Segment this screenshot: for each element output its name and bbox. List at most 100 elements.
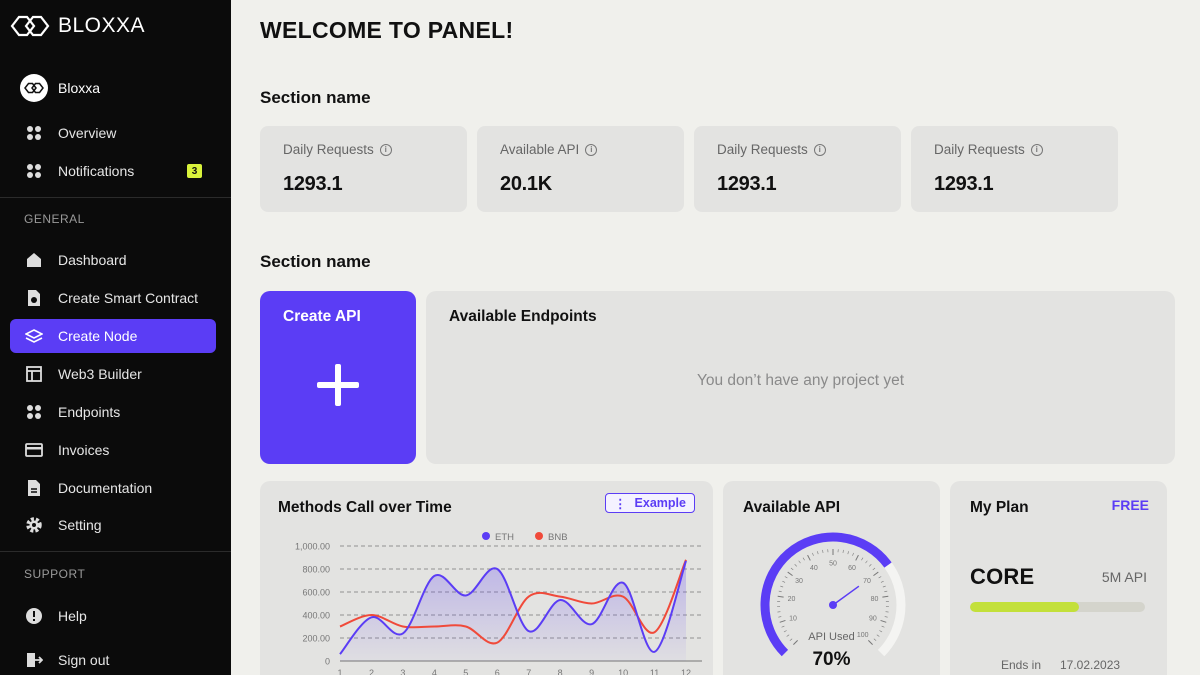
info-icon[interactable]: i: [585, 143, 598, 156]
document-icon: [24, 478, 44, 498]
gauge-tick: [865, 560, 868, 564]
sidebar-item-help[interactable]: Help: [10, 599, 216, 633]
profile-name: Bloxxa: [58, 80, 101, 96]
gauge-tick: [802, 557, 805, 561]
stat-label: Daily Requests: [934, 142, 1025, 157]
plan-ends-date: 17.02.2023: [1060, 658, 1121, 672]
gauge-tick: [794, 563, 797, 567]
example-label: Example: [634, 496, 686, 510]
x-tick-label: 3: [400, 668, 405, 675]
sidebar-item-label: Documentation: [58, 480, 153, 496]
gauge-tick-label: 90: [869, 615, 877, 622]
info-icon[interactable]: i: [813, 143, 826, 156]
gauge-tick: [777, 595, 784, 598]
notification-count-badge: 3: [187, 164, 202, 178]
sidebar-item-documentation[interactable]: Documentation: [10, 471, 216, 505]
contract-file-icon: [24, 288, 44, 308]
sidebar-item-create-node[interactable]: Create Node: [10, 319, 216, 353]
gauge-tick: [778, 590, 782, 593]
gauge-tick: [781, 625, 785, 628]
available-endpoints-panel: Available Endpoints You don’t have any p…: [426, 291, 1175, 464]
gauge-tick-label: 20: [788, 596, 796, 603]
gauge-tick: [884, 590, 888, 593]
general-heading: GENERAL: [24, 212, 85, 226]
create-api-button[interactable]: Create API: [260, 291, 416, 464]
gauge-tick: [817, 551, 819, 555]
sidebar-item-web3-builder[interactable]: Web3 Builder: [10, 357, 216, 391]
endpoints-empty-message: You don’t have any project yet: [696, 372, 905, 389]
sidebar-divider: [0, 197, 231, 198]
info-icon[interactable]: i: [379, 143, 392, 156]
gauge-tick: [884, 616, 888, 618]
gauge-tick-label: 10: [789, 615, 797, 622]
sidebar-item-create-smart-contract[interactable]: Create Smart Contract: [10, 281, 216, 315]
layout-icon: [24, 364, 44, 384]
gauge-tick: [872, 567, 876, 571]
y-tick-label: 400.00: [302, 611, 330, 621]
plan-quota: 5M API: [1101, 569, 1147, 585]
x-tick-label: 4: [432, 668, 437, 675]
y-tick-label: 200.00: [302, 634, 330, 644]
sidebar-item-overview[interactable]: Overview: [10, 116, 216, 150]
y-tick-label: 600.00: [302, 588, 330, 598]
section-title: Section name: [260, 252, 371, 271]
available-api-panel: Available API 10 20 30 40 50 60 70 80 90 100 API …: [723, 481, 940, 675]
gauge-tick-label: 70: [863, 578, 871, 585]
support-heading: SUPPORT: [24, 567, 86, 581]
y-tick-label: 800.00: [302, 565, 330, 575]
plan-panel-title: My Plan: [970, 499, 1029, 516]
plan-tier-badge[interactable]: FREE: [1112, 497, 1149, 513]
bloxxa-logo-icon: [10, 15, 50, 37]
stat-card: Daily Requests i 1293.1: [911, 126, 1118, 212]
gauge-tick: [780, 585, 784, 588]
x-tick-label: 2: [369, 668, 374, 675]
gauge-tick-label: 40: [810, 565, 818, 572]
gauge-tick-label: 80: [871, 596, 879, 603]
gauge-tick: [869, 563, 872, 567]
stat-value: 20.1K: [500, 173, 552, 195]
api-panel-title: Available API: [743, 499, 841, 516]
api-used-label: API Used: [808, 631, 855, 643]
legend-label: BNB: [548, 532, 568, 543]
sidebar-item-label: Create Node: [58, 328, 138, 344]
chart-title: Methods Call over Time: [278, 499, 452, 516]
sidebar-item-invoices[interactable]: Invoices: [10, 433, 216, 467]
home-icon: [24, 250, 44, 270]
avatar: [20, 74, 48, 102]
gear-icon: [24, 515, 44, 535]
gauge-tick: [778, 616, 782, 618]
plus-icon: [317, 364, 359, 406]
sidebar-item-label: Sign out: [58, 652, 110, 668]
x-tick-label: 12: [681, 668, 691, 675]
sidebar-item-endpoints[interactable]: Endpoints: [10, 395, 216, 429]
alert-icon: [24, 606, 44, 626]
sidebar-item-sign-out[interactable]: Sign out: [10, 643, 216, 675]
card-icon: [24, 440, 44, 460]
gauge-tick: [842, 549, 844, 553]
grid-icon: [24, 123, 44, 143]
sidebar-item-setting[interactable]: Setting: [10, 508, 216, 542]
gauge-tick: [861, 557, 864, 561]
my-plan-panel: My Plan FREE CORE 5M API Ends in 17.02.2…: [950, 481, 1167, 675]
legend-swatch: [535, 532, 543, 540]
more-vertical-icon: ⋮: [614, 496, 627, 511]
stat-label: Daily Requests: [283, 142, 374, 157]
brand-logo[interactable]: BLOXXA: [10, 12, 145, 40]
grid-icon: [24, 161, 44, 181]
gauge-tick-label: 30: [795, 578, 803, 585]
bloxxa-avatar-icon: [24, 82, 44, 94]
example-button[interactable]: ⋮ Example: [605, 493, 695, 513]
endpoints-title: Available Endpoints: [449, 308, 597, 325]
gauge-tick: [881, 625, 885, 628]
gauge-tick: [882, 595, 889, 598]
gauge-tick: [878, 576, 882, 579]
sidebar-item-dashboard[interactable]: Dashboard: [10, 243, 216, 277]
gauge-tick: [782, 580, 786, 583]
sidebar-item-label: Help: [58, 608, 87, 624]
info-icon[interactable]: i: [1030, 143, 1043, 156]
x-tick-label: 1: [337, 668, 342, 675]
gauge-tick: [880, 580, 884, 583]
profile[interactable]: Bloxxa: [20, 74, 100, 102]
sidebar-item-notifications[interactable]: Notifications 3: [10, 154, 216, 188]
stat-label: Available API: [500, 142, 580, 157]
